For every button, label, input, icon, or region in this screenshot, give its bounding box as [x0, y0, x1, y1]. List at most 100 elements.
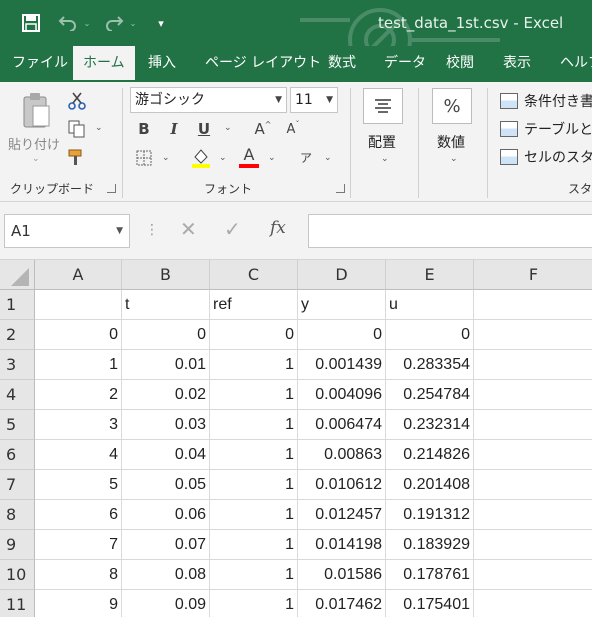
clipboard-launcher-icon[interactable] [107, 184, 116, 193]
tab-formulas[interactable]: 数式 [326, 46, 358, 82]
row-header-2[interactable]: 2 [0, 320, 35, 350]
cell-styles-button[interactable]: セルのスタイル [500, 146, 592, 168]
fill-color-dropdown-icon[interactable]: ⌄ [219, 153, 227, 163]
undo-dropdown-icon[interactable]: ⌄ [82, 11, 92, 35]
cell-f3[interactable] [474, 350, 592, 380]
format-painter-icon[interactable] [66, 146, 88, 168]
enter-icon[interactable]: ✓ [224, 217, 241, 241]
cell-b7[interactable]: 0.05 [122, 470, 210, 500]
column-header-b[interactable]: B [122, 260, 210, 290]
select-all-button[interactable] [0, 260, 35, 290]
shrink-font-button[interactable]: Aˇ [282, 118, 304, 140]
cell-e9[interactable]: 0.183929 [386, 530, 474, 560]
paste-button[interactable]: 貼り付け [8, 134, 60, 153]
bold-button[interactable]: B [134, 118, 154, 140]
cell-b5[interactable]: 0.03 [122, 410, 210, 440]
grow-font-button[interactable]: A ^ [252, 118, 274, 140]
cell-e3[interactable]: 0.283354 [386, 350, 474, 380]
insert-function-button[interactable]: fx [270, 218, 286, 238]
cell-d1[interactable]: y [298, 290, 386, 320]
cell-f5[interactable] [474, 410, 592, 440]
row-header-6[interactable]: 6 [0, 440, 35, 470]
cell-b9[interactable]: 0.07 [122, 530, 210, 560]
column-header-d[interactable]: D [298, 260, 386, 290]
cell-d2[interactable]: 0 [298, 320, 386, 350]
phonetic-button[interactable]: ア [296, 146, 316, 168]
cell-a10[interactable]: 8 [35, 560, 122, 590]
cell-a11[interactable]: 9 [35, 590, 122, 617]
alignment-label[interactable]: 配置 [368, 132, 396, 152]
cell-f9[interactable] [474, 530, 592, 560]
number-format-button[interactable]: % [432, 88, 472, 124]
cell-a1[interactable] [35, 290, 122, 320]
cell-e10[interactable]: 0.178761 [386, 560, 474, 590]
cell-b11[interactable]: 0.09 [122, 590, 210, 617]
copy-dropdown-icon[interactable]: ⌄ [95, 123, 103, 133]
underline-button[interactable]: U [194, 118, 214, 140]
cell-e4[interactable]: 0.254784 [386, 380, 474, 410]
cell-c2[interactable]: 0 [210, 320, 298, 350]
tab-help[interactable]: ヘルプ [558, 46, 592, 82]
save-icon[interactable] [18, 11, 44, 35]
cancel-icon[interactable]: ✕ [180, 217, 197, 241]
paste-dropdown-icon[interactable]: ⌄ [32, 154, 40, 164]
cell-f7[interactable] [474, 470, 592, 500]
cell-d7[interactable]: 0.010612 [298, 470, 386, 500]
cell-f4[interactable] [474, 380, 592, 410]
cell-f8[interactable] [474, 500, 592, 530]
cell-d5[interactable]: 0.006474 [298, 410, 386, 440]
cell-f1[interactable] [474, 290, 592, 320]
cell-a3[interactable]: 1 [35, 350, 122, 380]
cell-a7[interactable]: 5 [35, 470, 122, 500]
underline-dropdown-icon[interactable]: ⌄ [224, 123, 232, 133]
cell-f11[interactable] [474, 590, 592, 617]
cell-a6[interactable]: 4 [35, 440, 122, 470]
tab-home[interactable]: ホーム [73, 46, 135, 82]
number-dropdown-icon[interactable]: ⌄ [450, 154, 458, 164]
cell-e11[interactable]: 0.175401 [386, 590, 474, 617]
font-color-dropdown-icon[interactable]: ⌄ [268, 153, 276, 163]
cell-c8[interactable]: 1 [210, 500, 298, 530]
cell-b1[interactable]: t [122, 290, 210, 320]
column-header-c[interactable]: C [210, 260, 298, 290]
redo-icon[interactable] [102, 11, 126, 35]
alignment-button[interactable] [363, 88, 403, 124]
font-color-button[interactable]: A [238, 144, 260, 170]
undo-icon[interactable] [56, 11, 80, 35]
cell-b4[interactable]: 0.02 [122, 380, 210, 410]
cell-c1[interactable]: ref [210, 290, 298, 320]
cell-b6[interactable]: 0.04 [122, 440, 210, 470]
tab-page-layout[interactable]: ページ レイアウト [203, 46, 323, 82]
format-as-table-button[interactable]: テーブルとして書式設定 [500, 118, 592, 140]
row-header-10[interactable]: 10 [0, 560, 35, 590]
tab-file[interactable]: ファイル [10, 46, 70, 82]
tab-review[interactable]: 校閲 [444, 46, 476, 82]
cell-c5[interactable]: 1 [210, 410, 298, 440]
cell-c11[interactable]: 1 [210, 590, 298, 617]
cell-d4[interactable]: 0.004096 [298, 380, 386, 410]
row-header-7[interactable]: 7 [0, 470, 35, 500]
font-size-select[interactable]: 11 ▼ [290, 87, 338, 113]
tab-insert[interactable]: 挿入 [146, 46, 178, 82]
cell-e1[interactable]: u [386, 290, 474, 320]
row-header-1[interactable]: 1 [0, 290, 35, 320]
cell-c6[interactable]: 1 [210, 440, 298, 470]
cell-f6[interactable] [474, 440, 592, 470]
cell-a5[interactable]: 3 [35, 410, 122, 440]
cell-b10[interactable]: 0.08 [122, 560, 210, 590]
copy-icon[interactable] [66, 118, 88, 140]
cell-c3[interactable]: 1 [210, 350, 298, 380]
formula-input[interactable] [308, 214, 592, 248]
font-name-select[interactable]: 游ゴシック ▼ [130, 87, 287, 113]
cell-b3[interactable]: 0.01 [122, 350, 210, 380]
redo-dropdown-icon[interactable]: ⌄ [128, 11, 138, 35]
row-header-9[interactable]: 9 [0, 530, 35, 560]
row-header-8[interactable]: 8 [0, 500, 35, 530]
alignment-dropdown-icon[interactable]: ⌄ [381, 154, 389, 164]
cell-f10[interactable] [474, 560, 592, 590]
borders-icon[interactable] [134, 148, 154, 168]
cell-c4[interactable]: 1 [210, 380, 298, 410]
column-header-e[interactable]: E [386, 260, 474, 290]
tab-view[interactable]: 表示 [501, 46, 533, 82]
cell-c9[interactable]: 1 [210, 530, 298, 560]
